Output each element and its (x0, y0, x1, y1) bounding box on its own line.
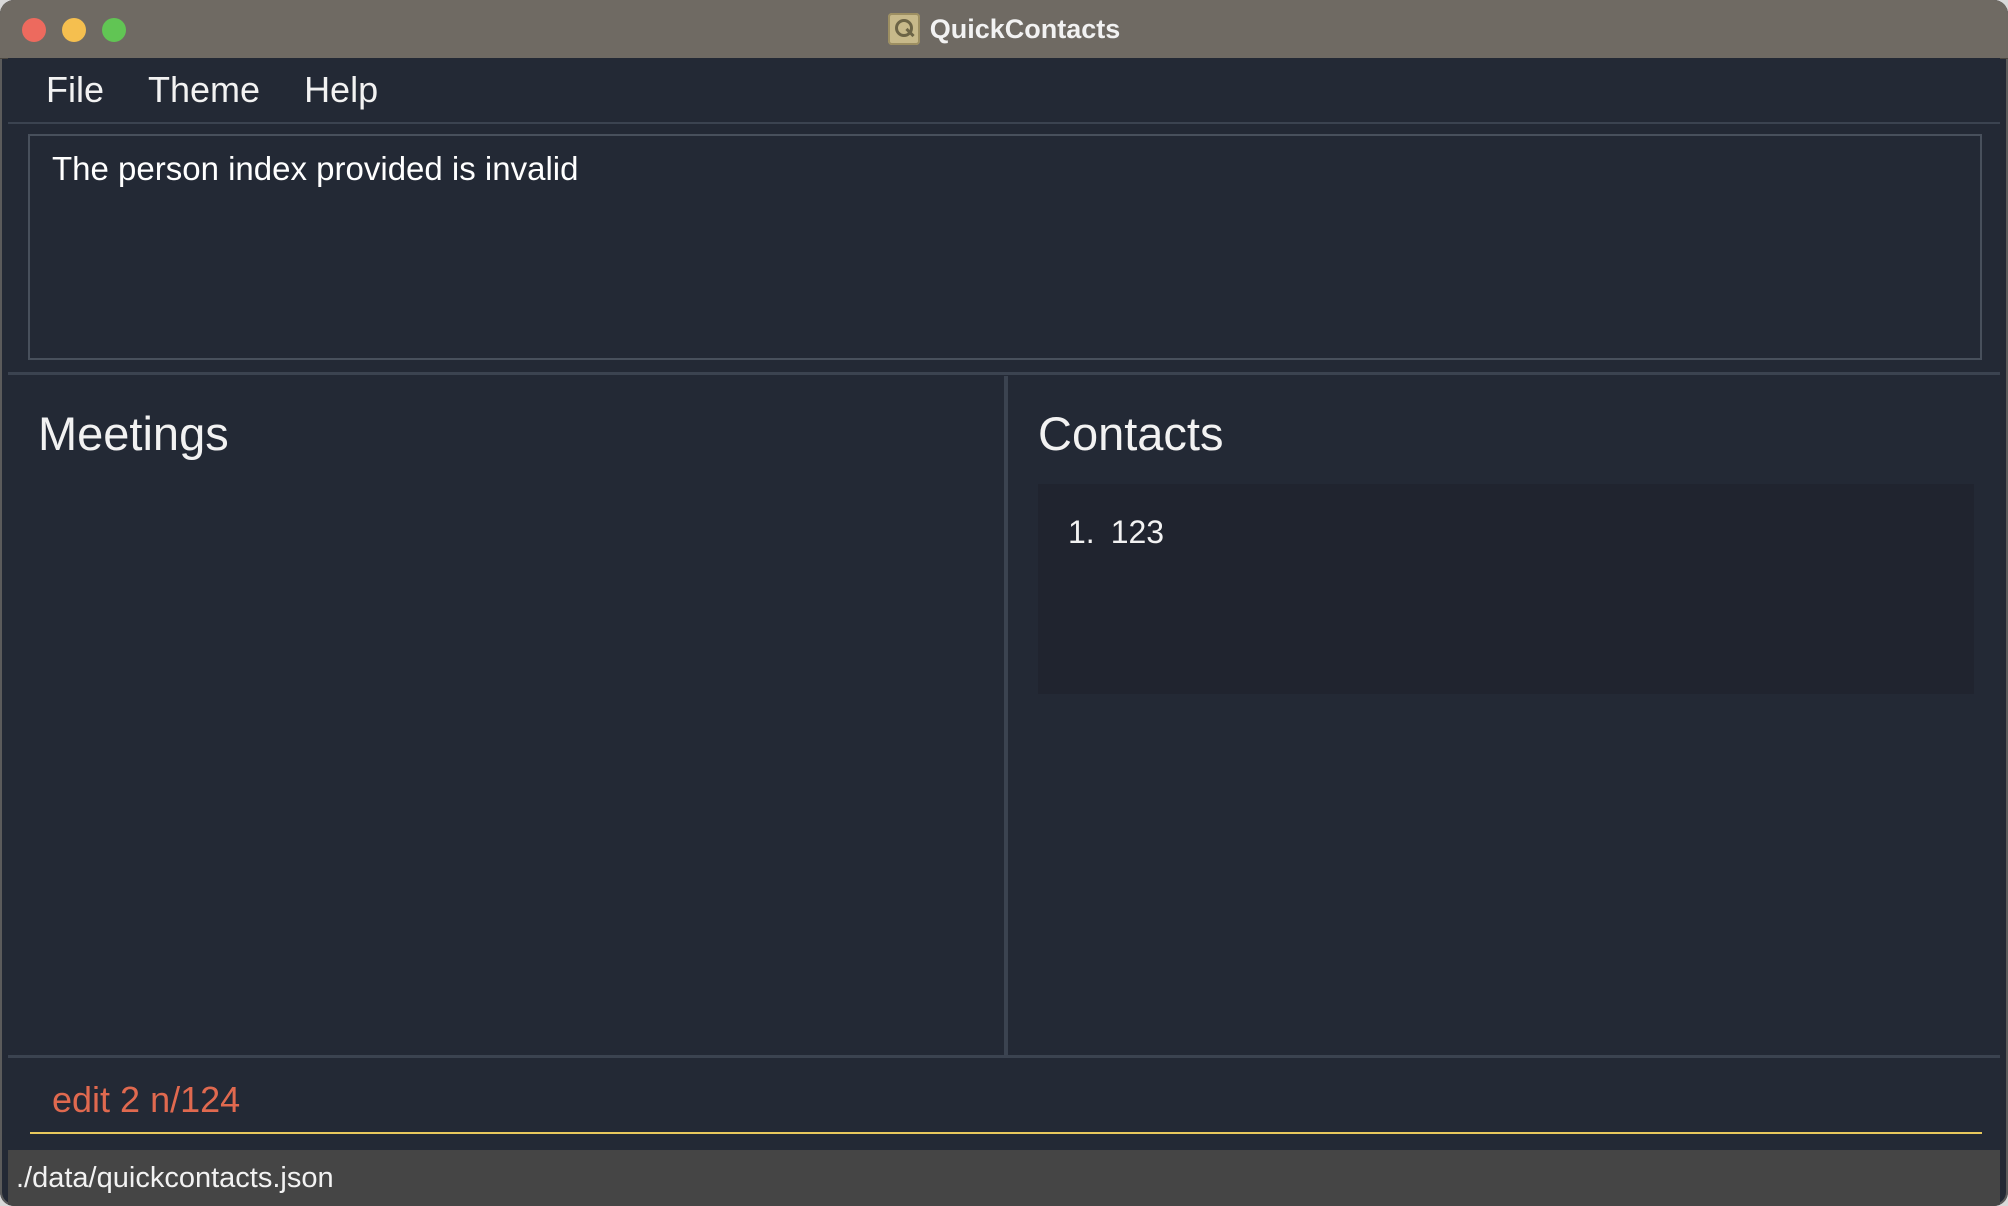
app-window: QuickContacts File Theme Help The person… (0, 0, 2008, 1206)
contact-name: 123 (1110, 514, 1165, 550)
title-bar[interactable]: QuickContacts (0, 0, 2008, 59)
window-title-group: QuickContacts (0, 0, 2008, 58)
meetings-panel: Meetings (8, 376, 1004, 1056)
window-title: QuickContacts (929, 13, 1121, 44)
contacts-panel: Contacts 1. 123 (1008, 376, 2000, 1056)
result-message: The person index provided is invalid (52, 150, 579, 187)
quickcontacts-app-icon (887, 13, 920, 45)
meetings-title: Meetings (38, 407, 229, 460)
data-file-path: ./data/quickcontacts.json (16, 1161, 334, 1194)
status-bar: ./data/quickcontacts.json (8, 1150, 2000, 1206)
contacts-title: Contacts (1038, 407, 1224, 460)
menu-bar: File Theme Help (8, 58, 2000, 124)
menu-theme[interactable]: Theme (142, 69, 266, 111)
command-input[interactable] (30, 1068, 1982, 1134)
command-area (8, 1058, 2000, 1150)
result-display[interactable]: The person index provided is invalid (28, 134, 1982, 360)
contacts-list[interactable]: 1. 123 (1038, 484, 1974, 694)
menu-file[interactable]: File (40, 69, 110, 111)
contact-list-item[interactable]: 1. 123 (1068, 514, 1164, 551)
contact-index: 1. (1068, 514, 1095, 550)
section-divider (8, 372, 2000, 375)
menu-help[interactable]: Help (298, 69, 384, 111)
